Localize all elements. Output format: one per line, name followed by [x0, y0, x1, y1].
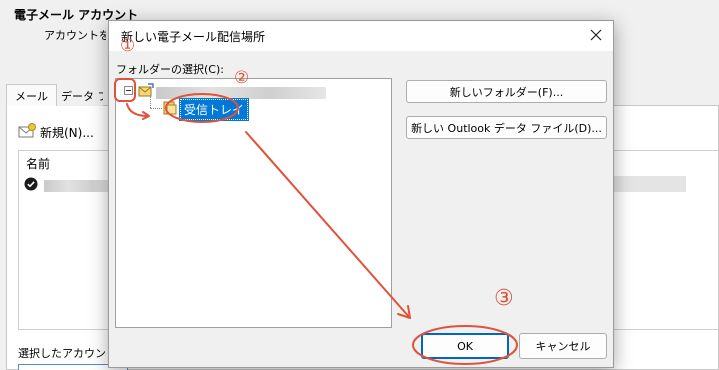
selected-account-label: 選択したアカウント [18, 347, 113, 360]
column-header-name[interactable]: 名前 [26, 155, 50, 172]
new-folder-button[interactable]: 新しいフォルダー(F)... [406, 80, 607, 103]
cancel-button[interactable]: キャンセル [519, 333, 607, 359]
tab-mail[interactable]: メール [6, 84, 57, 106]
folder-select-label: フォルダーの選択(C): [116, 63, 224, 76]
blurred-account-detail [614, 176, 686, 192]
new-data-file-button[interactable]: 新しい Outlook データ ファイル(D)... [406, 116, 607, 139]
ok-button[interactable]: OK [421, 333, 509, 359]
account-row[interactable] [24, 177, 116, 194]
blurred-account-name [44, 179, 116, 192]
tab-bar: メール データ ファ [6, 84, 103, 106]
new-delivery-location-dialog: 新しい電子メール配信場所 フォルダーの選択(C): 受信トレイ 新しいフォルダー… [108, 20, 614, 368]
annotation-label-2: ② [234, 68, 250, 88]
mailbox-root-icon [138, 83, 154, 100]
folder-tree[interactable]: 受信トレイ [115, 78, 392, 328]
dialog-titlebar: 新しい電子メール配信場所 [109, 21, 613, 51]
tree-line-horizontal [150, 108, 162, 109]
blurred-mailbox-name [156, 87, 326, 99]
check-circle-icon [24, 177, 38, 194]
dialog-title: 新しい電子メール配信場所 [121, 29, 266, 44]
window-description: アカウントを追 [44, 29, 106, 42]
folder-icon [162, 100, 178, 118]
close-button[interactable] [585, 26, 607, 46]
tree-line-vertical [150, 96, 151, 108]
annotation-label-3: ③ [494, 286, 514, 311]
envelope-icon [18, 123, 36, 142]
tree-expander-icon[interactable] [124, 86, 133, 95]
new-account-label: 新規(N)... [40, 126, 94, 140]
annotation-label-1: ① [120, 36, 136, 56]
tree-item-inbox[interactable]: 受信トレイ [178, 98, 250, 121]
new-account-button[interactable]: 新規(N)... [18, 123, 94, 142]
tab-data-files[interactable]: データ ファ [57, 84, 103, 106]
close-icon [590, 29, 602, 44]
